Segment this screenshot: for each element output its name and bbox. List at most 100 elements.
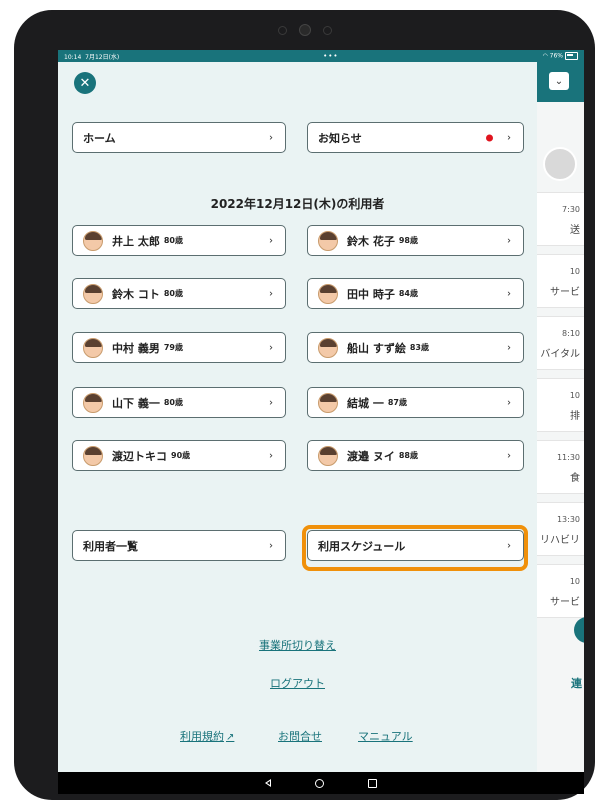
battery-icon xyxy=(564,52,578,60)
card-label: サービ xyxy=(550,287,580,298)
user-name: 山下 義一 xyxy=(112,396,160,410)
contact-link[interactable]: お問合せ xyxy=(278,728,322,744)
user-button[interactable]: 山下 義一 80歳 › xyxy=(72,387,286,418)
user-button[interactable]: 井上 太郎 80歳 › xyxy=(72,225,286,256)
background-card[interactable]: 11:30 食 xyxy=(537,440,584,494)
sensor-icon xyxy=(322,25,332,35)
user-age: 83歳 xyxy=(409,343,429,352)
background-dropdown[interactable]: ⌄ xyxy=(549,72,569,90)
user-name: 結城 一 xyxy=(347,396,384,410)
manual-link[interactable]: マニュアル xyxy=(358,728,413,744)
back-icon[interactable] xyxy=(265,779,271,787)
user-age: 87歳 xyxy=(387,398,407,407)
terms-label: 利用規約 xyxy=(180,730,224,743)
card-label: バイタル xyxy=(540,349,580,360)
avatar-icon xyxy=(83,337,103,358)
background-card[interactable]: 8:10 バイタル xyxy=(537,316,584,370)
card-time: 10 xyxy=(569,391,580,400)
chevron-right-icon: › xyxy=(269,397,273,408)
user-button[interactable]: 結城 一 87歳 › xyxy=(307,387,524,418)
background-app: ⌄ 7:30 送 10 サービ 8:10 バイタル 10 排 11:30 食 13:30 リ… xyxy=(537,62,584,772)
card-label: 排 xyxy=(570,411,580,422)
sensor-icon xyxy=(277,25,287,35)
notice-button[interactable]: お知らせ › xyxy=(307,122,524,153)
user-age: 80歳 xyxy=(163,398,183,407)
user-button[interactable]: 田中 時子 84歳 › xyxy=(307,278,524,309)
chevron-right-icon: › xyxy=(507,397,511,408)
system-nav-bar xyxy=(58,772,584,794)
user-button[interactable]: 鈴木 花子 98歳 › xyxy=(307,225,524,256)
user-button[interactable]: 中村 義男 79歳 › xyxy=(72,332,286,363)
background-card[interactable]: 10 サービ xyxy=(537,254,584,308)
avatar-icon xyxy=(318,283,338,304)
external-link-icon: ↗ xyxy=(226,732,235,743)
background-card[interactable]: 7:30 送 xyxy=(537,192,584,246)
background-header: ⌄ xyxy=(537,62,584,102)
background-fab[interactable] xyxy=(574,617,584,643)
section-title: 2022年12月12日(木)の利用者 xyxy=(210,197,385,211)
avatar-icon xyxy=(83,392,103,413)
status-date: 7月12日(水) xyxy=(85,53,120,61)
chevron-right-icon: › xyxy=(507,235,511,246)
avatar-icon xyxy=(83,283,103,304)
status-time-date: 10:14 7月12日(水) xyxy=(64,52,119,61)
wifi-icon: ◠ xyxy=(542,52,548,60)
user-name: 渡邉 ヌイ xyxy=(347,449,395,463)
avatar-icon xyxy=(318,445,338,466)
switch-office-link[interactable]: 事業所切り替え xyxy=(259,637,336,653)
user-button[interactable]: 船山 すず絵 83歳 › xyxy=(307,332,524,363)
user-name: 船山 すず絵 xyxy=(347,341,406,355)
user-button[interactable]: 渡辺トキコ 90歳 › xyxy=(72,440,286,471)
chevron-down-icon: ⌄ xyxy=(554,75,564,87)
chevron-right-icon: › xyxy=(507,450,511,461)
more-dots-icon: ••• xyxy=(323,52,339,60)
user-name: 中村 義男 xyxy=(112,341,160,355)
home-circle-icon[interactable] xyxy=(315,778,324,788)
user-button[interactable]: 鈴木 コト 80歳 › xyxy=(72,278,286,309)
card-time: 8:10 xyxy=(562,329,580,338)
background-link[interactable]: 連 xyxy=(571,675,582,691)
avatar-icon xyxy=(83,230,103,251)
user-name: 渡辺トキコ xyxy=(112,449,167,463)
close-icon: ✕ xyxy=(79,75,91,91)
background-card[interactable]: 13:30 リハビリ xyxy=(537,502,584,556)
chevron-right-icon: › xyxy=(507,342,511,353)
chevron-right-icon: › xyxy=(269,288,273,299)
background-card[interactable]: 10 排 xyxy=(537,378,584,432)
home-label: ホーム xyxy=(83,131,116,145)
chevron-right-icon: › xyxy=(269,540,273,551)
user-age: 88歳 xyxy=(398,451,418,460)
user-age: 84歳 xyxy=(398,289,418,298)
user-list-button[interactable]: 利用者一覧 › xyxy=(72,530,286,561)
card-label: サービ xyxy=(550,597,580,608)
background-avatar xyxy=(543,147,577,181)
user-name: 井上 太郎 xyxy=(112,234,160,248)
status-right: ◠ 76% xyxy=(542,52,578,60)
home-button[interactable]: ホーム › xyxy=(72,122,286,153)
notice-label: お知らせ xyxy=(318,131,362,145)
user-name: 田中 時子 xyxy=(347,287,395,301)
card-time: 11:30 xyxy=(556,453,580,462)
camera-bar xyxy=(277,24,332,36)
avatar-icon xyxy=(83,445,103,466)
highlight-frame xyxy=(302,525,528,571)
recent-apps-icon[interactable] xyxy=(368,778,377,788)
user-list-label: 利用者一覧 xyxy=(83,539,138,553)
terms-link[interactable]: 利用規約 ↗ xyxy=(180,728,234,744)
chevron-right-icon: › xyxy=(507,288,511,299)
card-label: 送 xyxy=(570,225,580,236)
user-button[interactable]: 渡邉 ヌイ 88歳 › xyxy=(307,440,524,471)
background-card[interactable]: 10 サービ xyxy=(537,564,584,618)
avatar-icon xyxy=(318,392,338,413)
chevron-right-icon: › xyxy=(269,342,273,353)
card-time: 10 xyxy=(569,577,580,586)
close-button[interactable]: ✕ xyxy=(74,72,96,94)
camera-icon xyxy=(298,24,311,36)
status-time: 10:14 xyxy=(64,53,82,61)
user-age: 90歳 xyxy=(171,451,191,460)
logout-link[interactable]: ログアウト xyxy=(270,675,325,691)
tablet-frame: 10:14 7月12日(水) ••• ◠ 76% ⌄ 7:30 送 10 サービ 8… xyxy=(14,10,595,800)
drawer-menu: ✕ ホーム › お知らせ › 2022年12月12日(木)の利用者 井上 太郎 8… xyxy=(58,62,537,772)
user-name: 鈴木 コト xyxy=(112,287,160,301)
user-age: 80歳 xyxy=(163,289,183,298)
